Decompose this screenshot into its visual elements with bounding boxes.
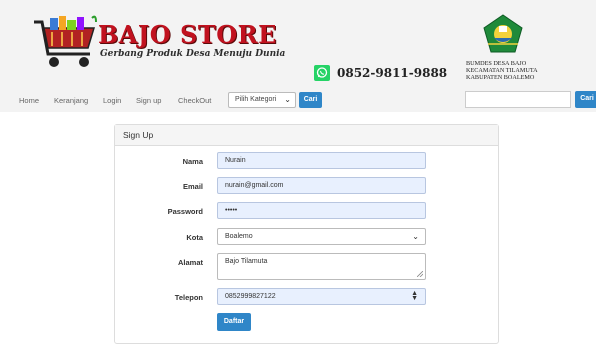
search-input[interactable] xyxy=(465,91,571,108)
site-header: BAJO STORE Gerbang Produk Desa Menuju Du… xyxy=(0,0,596,90)
resize-handle-icon[interactable] xyxy=(417,271,423,277)
org-line: KECAMATAN TILAMUTA xyxy=(466,67,538,74)
email-field[interactable]: nurain@gmail.com xyxy=(217,177,426,194)
org-line: BUMDES DESA BAJO xyxy=(466,60,527,67)
panel-title: Sign Up xyxy=(123,130,154,140)
email-label: Email xyxy=(182,182,203,191)
nav-link-checkout[interactable]: CheckOut xyxy=(178,96,211,105)
category-select[interactable]: Pilih Kategori ⌄ xyxy=(228,92,296,108)
phone-number: 0852-9811-9888 xyxy=(337,66,448,80)
address-value: Bajo Tilamuta xyxy=(225,258,268,265)
nav-link-keranjang[interactable]: Keranjang xyxy=(54,96,88,105)
panel-header: Sign Up xyxy=(115,125,498,146)
number-stepper-icon[interactable]: ▲ ▼ xyxy=(411,290,418,302)
name-label: Nama xyxy=(182,157,203,166)
category-select-value: Pilih Kategori xyxy=(235,96,277,103)
city-label: Kota xyxy=(186,233,203,242)
submit-button[interactable]: Daftar xyxy=(217,313,251,331)
address-label: Alamat xyxy=(177,258,203,267)
nav-link-login[interactable]: Login xyxy=(103,96,121,105)
password-label: Password xyxy=(167,207,203,216)
chevron-down-icon: ⌄ xyxy=(412,232,419,241)
shopping-cart-icon xyxy=(34,15,97,67)
name-field[interactable]: Nurain xyxy=(217,152,426,169)
regency-emblem-icon xyxy=(483,14,523,53)
search-button-right[interactable]: Cari xyxy=(575,91,596,108)
nav-link-home[interactable]: Home xyxy=(19,96,39,105)
phone-label: Telepon xyxy=(174,293,203,302)
city-select[interactable]: Boalemo ⌄ xyxy=(217,228,426,245)
password-field[interactable]: ••••• xyxy=(217,202,426,219)
org-line: KABUPATEN BOALEMO xyxy=(466,74,535,81)
search-button[interactable]: Cari xyxy=(299,92,322,108)
whatsapp-icon xyxy=(314,65,330,81)
address-textarea[interactable]: Bajo Tilamuta xyxy=(217,253,426,280)
organization-info: BUMDES DESA BAJO KECAMATAN TILAMUTA KABU… xyxy=(466,60,576,81)
brand-tagline: Gerbang Produk Desa Menuju Dunia xyxy=(100,49,286,59)
nav-link-signup[interactable]: Sign up xyxy=(136,96,161,105)
phone-field[interactable]: 08529998271​22 ▲ ▼ xyxy=(217,288,426,305)
city-select-value: Boalemo xyxy=(225,233,253,240)
phone-field-value: 08529998271​22 xyxy=(225,293,276,300)
chevron-down-icon: ⌄ xyxy=(284,95,291,104)
brand-name: BAJO STORE xyxy=(98,20,277,49)
